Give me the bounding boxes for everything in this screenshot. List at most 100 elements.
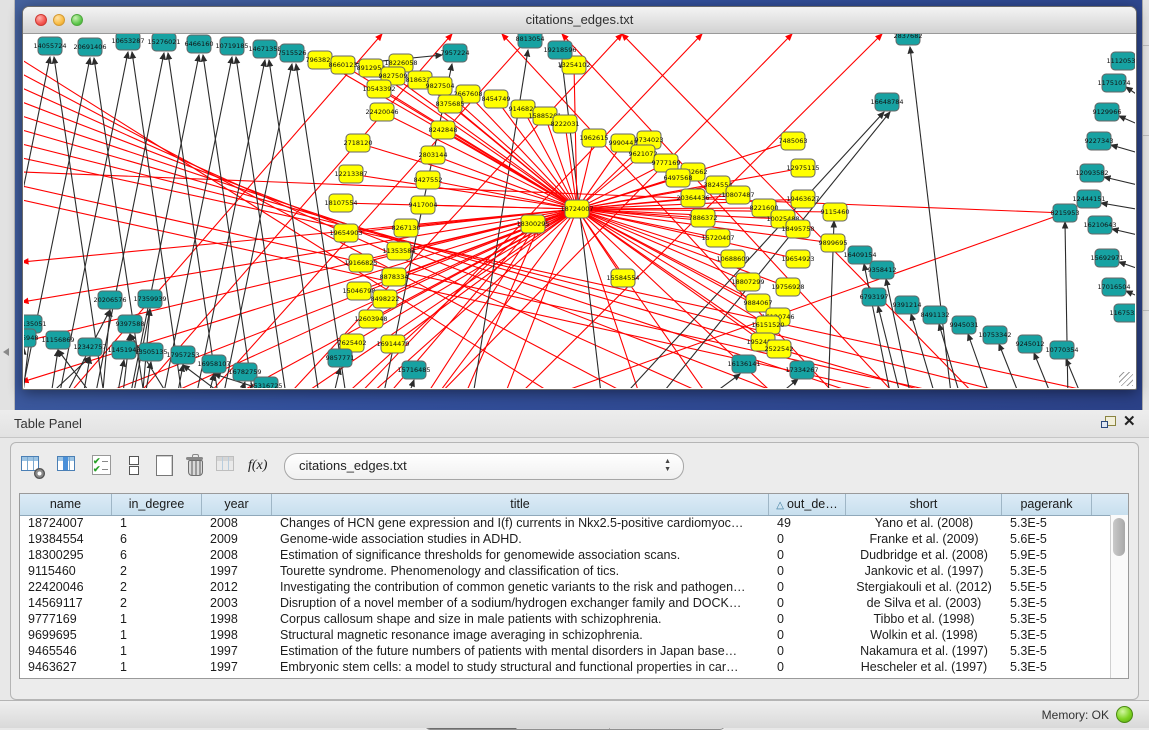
float-panel-icon[interactable]	[1101, 416, 1116, 430]
delete-table-icon[interactable]	[183, 453, 209, 479]
network-edge[interactable]	[358, 143, 577, 209]
table-cell[interactable]: 0	[769, 595, 846, 611]
table-row[interactable]: 1938455462009Genome-wide association stu…	[20, 531, 1111, 547]
table-cell[interactable]: Nakamura et al. (1997)	[846, 643, 1002, 659]
table-cell[interactable]: 5.3E-5	[1002, 515, 1092, 531]
table-cell[interactable]: Estimation of significance thresholds fo…	[272, 547, 769, 563]
table-cell[interactable]: 0	[769, 563, 846, 579]
column-header-name[interactable]: name	[20, 494, 112, 515]
network-edge[interactable]	[428, 180, 577, 209]
network-edge[interactable]	[577, 138, 594, 209]
table-cell[interactable]: 2	[112, 563, 202, 579]
table-cell[interactable]: Hescheler et al. (1997)	[846, 659, 1002, 675]
network-edge[interactable]	[910, 47, 952, 388]
table-cell[interactable]: Changes of HCN gene expression and I(f) …	[272, 515, 769, 531]
table-cell[interactable]: 22420046	[20, 579, 112, 595]
network-edge[interactable]	[269, 60, 320, 388]
network-edge[interactable]	[50, 350, 58, 388]
column-selector-icon[interactable]	[55, 453, 81, 479]
table-cell[interactable]: 1997	[202, 643, 272, 659]
table-cell[interactable]: 19384554	[20, 531, 112, 547]
table-row[interactable]: 946554611997Estimation of the future num…	[20, 643, 1111, 659]
table-row[interactable]: 1830029562008Estimation of significance …	[20, 547, 1111, 563]
network-edge[interactable]	[864, 264, 892, 388]
network-edge[interactable]	[162, 57, 232, 388]
table-cell[interactable]: 5.5E-5	[1002, 579, 1092, 595]
network-edge[interactable]	[406, 380, 414, 388]
network-edge[interactable]	[222, 64, 292, 388]
table-cell[interactable]: 2003	[202, 595, 272, 611]
table-cell[interactable]: 9777169	[20, 611, 112, 627]
network-edge[interactable]	[1119, 262, 1135, 270]
table-row[interactable]: 1872400712008Changes of HCN gene express…	[20, 515, 1111, 531]
table-cell[interactable]: 0	[769, 643, 846, 659]
collapse-left-arrow-icon[interactable]	[3, 348, 9, 356]
table-cell[interactable]: Estimation of the future numbers of pati…	[272, 643, 769, 659]
table-settings-icon[interactable]	[19, 453, 45, 479]
network-edge[interactable]	[1101, 203, 1135, 210]
network-edge[interactable]	[562, 213, 1065, 388]
table-row[interactable]: 2242004622012Investigating the contribut…	[20, 579, 1111, 595]
vertical-scrollbar[interactable]	[1110, 515, 1128, 678]
network-edge[interactable]	[1066, 359, 1084, 388]
column-header-short[interactable]: short	[846, 494, 1002, 515]
network-edge[interactable]	[24, 209, 577, 302]
network-edge[interactable]	[1111, 145, 1135, 154]
new-table-icon[interactable]	[152, 453, 178, 479]
table-cell[interactable]: 2	[112, 579, 202, 595]
table-row[interactable]: 1456911722003Disruption of a novel membe…	[20, 595, 1111, 611]
table-cell[interactable]: 0	[769, 531, 846, 547]
table-cell[interactable]: Wolkin et al. (1998)	[846, 627, 1002, 643]
table-row[interactable]: 911546021997Tourette syndrome. Phenomeno…	[20, 563, 1111, 579]
table-cell[interactable]: Yano et al. (2008)	[846, 515, 1002, 531]
network-edge[interactable]	[911, 314, 937, 388]
network-canvas-svg[interactable]: 1872400718300295796382286601238912954182…	[24, 34, 1135, 388]
table-cell[interactable]: 2009	[202, 531, 272, 547]
function-builder-icon[interactable]: f(x)	[248, 453, 274, 479]
table-cell[interactable]: 5.6E-5	[1002, 531, 1092, 547]
network-edge[interactable]	[1119, 116, 1135, 126]
table-cell[interactable]: 5.9E-5	[1002, 547, 1092, 563]
column-header-out_de[interactable]: △out_de…	[769, 494, 846, 515]
column-header-in_degree[interactable]: in_degree	[112, 494, 202, 515]
table-row[interactable]: 946362711997Embryonic stem cells: a mode…	[20, 659, 1111, 675]
table-cell[interactable]: Corpus callosum shape and size in male p…	[272, 611, 769, 627]
table-cell[interactable]: 18724007	[20, 515, 112, 531]
column-header-title[interactable]: title	[272, 494, 769, 515]
table-cell[interactable]: 1	[112, 659, 202, 675]
table-cell[interactable]: Investigating the contribution of common…	[272, 579, 769, 595]
table-cell[interactable]: 1997	[202, 659, 272, 675]
table-cell[interactable]: Disruption of a novel member of a sodium…	[272, 595, 769, 611]
table-cell[interactable]: 5.3E-5	[1002, 659, 1092, 675]
table-selector-dropdown[interactable]: citations_edges.txt ▲▼	[284, 453, 684, 480]
network-edge[interactable]	[94, 53, 164, 388]
table-cell[interactable]: 2008	[202, 515, 272, 531]
table-cell[interactable]: Structural magnetic resonance image aver…	[272, 627, 769, 643]
table-mode-icon[interactable]	[121, 453, 147, 479]
network-canvas[interactable]: 1872400718300295796382286601238912954182…	[24, 34, 1135, 388]
table-cell[interactable]: 0	[769, 627, 846, 643]
table-cell[interactable]: 0	[769, 547, 846, 563]
network-window-titlebar[interactable]: citations_edges.txt	[23, 7, 1136, 34]
scrollbar-thumb[interactable]	[1113, 518, 1125, 556]
table-cell[interactable]: 1998	[202, 611, 272, 627]
table-cell[interactable]: 5.3E-5	[1002, 563, 1092, 579]
table-cell[interactable]: 18300295	[20, 547, 112, 563]
network-edge[interactable]	[622, 34, 982, 388]
network-edge[interactable]	[443, 130, 577, 209]
table-cell[interactable]: 2	[112, 595, 202, 611]
table-cell[interactable]: Tibbo et al. (1998)	[846, 611, 1002, 627]
table-cell[interactable]: 0	[769, 659, 846, 675]
table-cell[interactable]: Tourette syndrome. Phenomenology and cla…	[272, 563, 769, 579]
network-edge[interactable]	[1126, 291, 1135, 298]
table-cell[interactable]: 2008	[202, 547, 272, 563]
table-cell[interactable]: Stergiakouli et al. (2012)	[846, 579, 1002, 595]
table-cell[interactable]: 5.3E-5	[1002, 611, 1092, 627]
table-cell[interactable]: 9463627	[20, 659, 112, 675]
table-cell[interactable]: de Silva et al. (2003)	[846, 595, 1002, 611]
column-header-pagerank[interactable]: pagerank	[1002, 494, 1092, 515]
network-edge[interactable]	[1126, 87, 1135, 98]
table-cell[interactable]: 0	[769, 579, 846, 595]
table-cell[interactable]: 9699695	[20, 627, 112, 643]
table-cell[interactable]: 2012	[202, 579, 272, 595]
